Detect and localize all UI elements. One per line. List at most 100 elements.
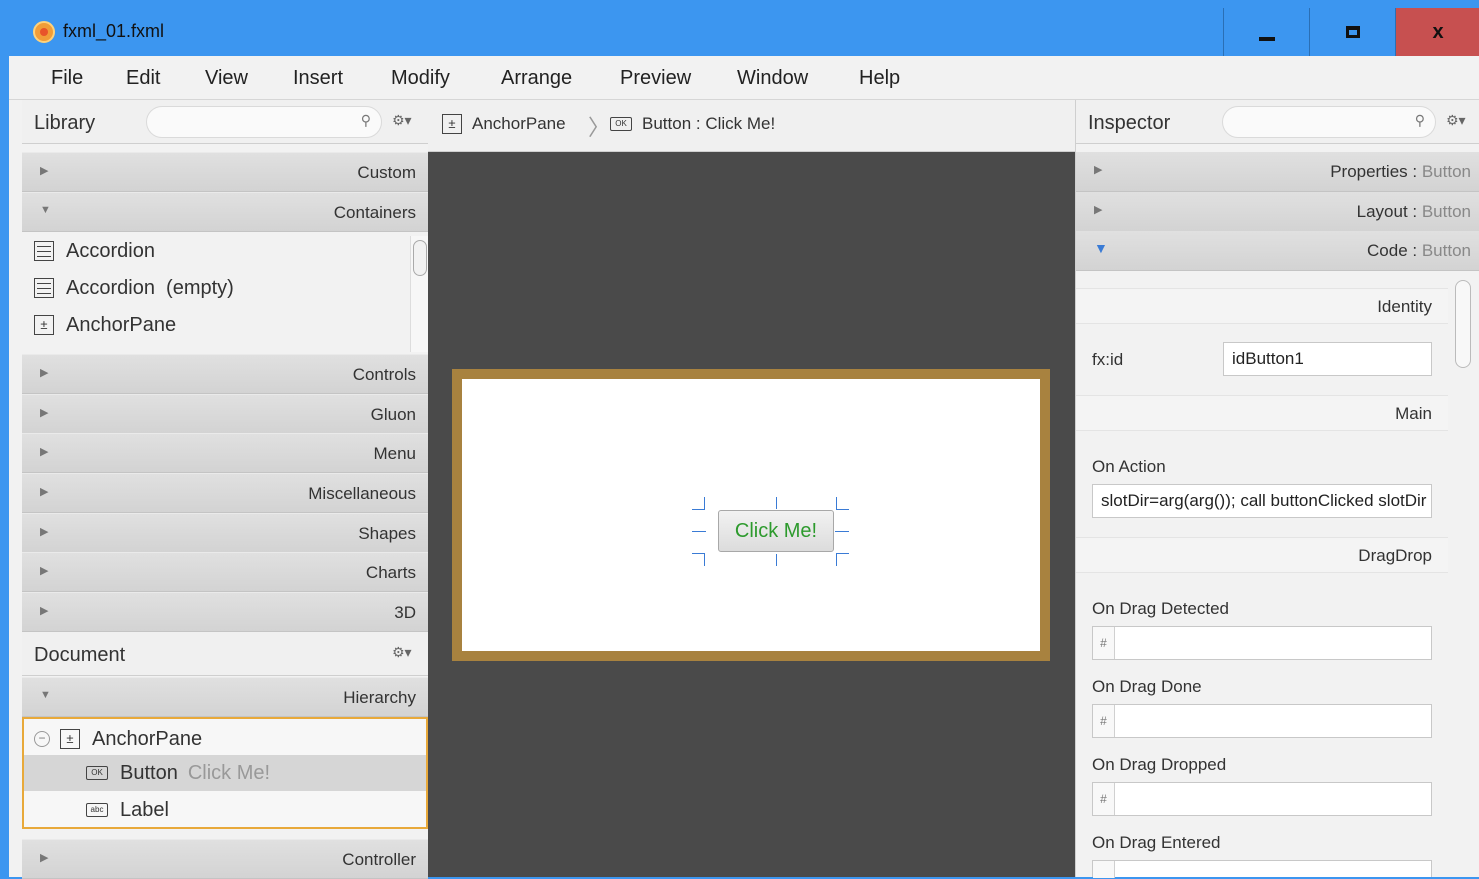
close-icon: x <box>1432 20 1444 43</box>
handle-tl[interactable] <box>704 497 705 509</box>
button-ok-icon: OK <box>610 117 632 131</box>
collapsed-arrow-icon: ▶ <box>40 165 49 177</box>
menu-modify[interactable]: Modify <box>391 67 450 90</box>
library-title: Library <box>34 112 96 134</box>
on-drag-entered-label: On Drag Entered <box>1092 833 1221 852</box>
close-button[interactable]: x <box>1395 8 1479 56</box>
collapsed-arrow-icon: ▶ <box>40 486 49 498</box>
minimize-icon <box>1258 37 1275 41</box>
inspector-header: Inspector ⚲ ⚙▾ <box>1076 100 1479 144</box>
section-miscellaneous[interactable]: ▶ Miscellaneous <box>22 473 428 513</box>
menu-arrange[interactable]: Arrange <box>501 67 572 90</box>
on-action-field[interactable]: slotDir=arg(arg()); call buttonClicked s… <box>1092 484 1432 518</box>
anchor-icon: ± <box>442 114 462 134</box>
inspector-gear-icon[interactable]: ⚙▾ <box>1446 112 1466 129</box>
section-containers[interactable]: ▼ Containers <box>22 192 428 232</box>
collapsed-arrow-icon: ▶ <box>40 526 49 538</box>
hash-icon: # <box>1093 783 1115 815</box>
inspector-panel: Inspector ⚲ ⚙▾ ▶ Properties : Button ▶ L… <box>1075 100 1479 878</box>
search-icon: ⚲ <box>1414 112 1425 128</box>
content-canvas[interactable]: ± AnchorPane 〉 OK Button : Click Me! Cli… <box>428 100 1075 877</box>
maximize-button[interactable] <box>1309 8 1395 56</box>
collapsed-arrow-icon: ▶ <box>1094 164 1103 176</box>
section-properties[interactable]: ▶ Properties : Button <box>1076 152 1479 192</box>
menu-file[interactable]: File <box>51 67 83 90</box>
title-bar: fxml_01.fxml x <box>9 8 1479 56</box>
tree-item-button[interactable]: OK Button Click Me! <box>24 755 426 791</box>
library-item-accordion[interactable]: Accordion <box>34 233 155 269</box>
library-gear-icon[interactable]: ⚙▾ <box>392 112 412 129</box>
on-action-label: On Action <box>1092 457 1166 476</box>
menu-help[interactable]: Help <box>859 67 900 90</box>
window-title: fxml_01.fxml <box>63 21 165 41</box>
button-ok-icon: OK <box>86 766 108 780</box>
handle-br[interactable] <box>836 554 837 566</box>
breadcrumb-button[interactable]: OK Button : Click Me! <box>610 114 775 134</box>
anchor-icon: ± <box>34 315 54 335</box>
scroll-thumb[interactable] <box>1455 280 1471 368</box>
section-gluon[interactable]: ▶ Gluon <box>22 394 428 434</box>
section-custom[interactable]: ▶ Custom <box>22 152 428 192</box>
handle-ml[interactable] <box>692 531 706 532</box>
handle-mr[interactable] <box>835 531 849 532</box>
on-drag-detected-label: On Drag Detected <box>1092 599 1230 618</box>
section-shapes[interactable]: ▶ Shapes <box>22 513 428 553</box>
collapse-circle-icon[interactable]: − <box>34 731 50 747</box>
on-drag-detected-field[interactable]: # <box>1092 626 1432 660</box>
collapsed-arrow-icon: ▶ <box>40 407 49 419</box>
on-drag-dropped-label: On Drag Dropped <box>1092 755 1227 774</box>
main-subheader: Main <box>1076 395 1448 431</box>
fxid-field[interactable]: idButton1 <box>1223 342 1432 376</box>
handle-tr[interactable] <box>836 497 837 509</box>
on-drag-dropped-field[interactable]: # <box>1092 782 1432 816</box>
section-charts[interactable]: ▶ Charts <box>22 552 428 592</box>
app-window: fxml_01.fxml x File Edit View Insert Mod… <box>8 8 1479 879</box>
menu-window[interactable]: Window <box>737 67 808 90</box>
menu-edit[interactable]: Edit <box>126 67 160 90</box>
section-controller[interactable]: ▶ Controller <box>22 839 428 879</box>
anchor-icon: ± <box>60 729 80 749</box>
on-drag-done-label: On Drag Done <box>1092 677 1202 696</box>
label-abc-icon: abc <box>86 803 108 817</box>
click-me-button[interactable]: Click Me! <box>718 510 834 552</box>
collapsed-arrow-icon: ▶ <box>40 605 49 617</box>
inspector-title: Inspector <box>1088 112 1171 134</box>
menu-preview[interactable]: Preview <box>620 67 691 90</box>
handle-tc[interactable] <box>776 497 777 509</box>
section-hierarchy[interactable]: ▼ Hierarchy <box>22 677 428 717</box>
library-scrollbar[interactable] <box>410 236 428 352</box>
section-menu[interactable]: ▶ Menu <box>22 433 428 473</box>
document-gear-icon[interactable]: ⚙▾ <box>392 644 412 661</box>
handle-bc[interactable] <box>776 554 777 566</box>
anchorpane-stage[interactable]: Click Me! <box>452 369 1050 661</box>
library-search-input[interactable]: ⚲ <box>146 106 382 138</box>
collapsed-arrow-icon: ▶ <box>40 852 49 864</box>
section-code[interactable]: ▼ Code : Button <box>1076 231 1479 271</box>
scene-builder-logo-icon <box>33 21 55 43</box>
section-layout[interactable]: ▶ Layout : Button <box>1076 192 1479 232</box>
minimize-button[interactable] <box>1223 8 1309 56</box>
section-3d[interactable]: ▶ 3D <box>22 592 428 632</box>
handle-bl[interactable] <box>704 554 705 566</box>
anchorpane-area[interactable]: Click Me! <box>462 379 1040 651</box>
library-item-accordion-empty[interactable]: Accordion (empty) <box>34 270 234 306</box>
inspector-scrollbar[interactable] <box>1453 272 1473 872</box>
inspector-search-input[interactable]: ⚲ <box>1222 106 1436 138</box>
maximize-icon <box>1345 26 1360 38</box>
hash-icon: # <box>1093 627 1115 659</box>
section-controls[interactable]: ▶ Controls <box>22 354 428 394</box>
on-drag-entered-field[interactable] <box>1092 860 1432 878</box>
menu-insert[interactable]: Insert <box>293 67 343 90</box>
library-item-anchorpane[interactable]: ± AnchorPane <box>34 307 176 343</box>
hash-icon <box>1093 861 1115 878</box>
on-drag-done-field[interactable]: # <box>1092 704 1432 738</box>
scroll-thumb[interactable] <box>413 240 427 276</box>
menu-view[interactable]: View <box>205 67 248 90</box>
tree-item-anchorpane[interactable]: − ± AnchorPane <box>34 721 202 757</box>
fxid-label: fx:id <box>1092 350 1124 369</box>
breadcrumb-anchorpane[interactable]: ± AnchorPane <box>442 114 566 134</box>
document-header: Document ⚙▾ <box>22 632 428 676</box>
dragdrop-subheader: DragDrop <box>1076 537 1448 573</box>
breadcrumb-separator-icon: 〉 <box>588 115 611 140</box>
tree-item-label[interactable]: abc Label <box>86 792 169 828</box>
